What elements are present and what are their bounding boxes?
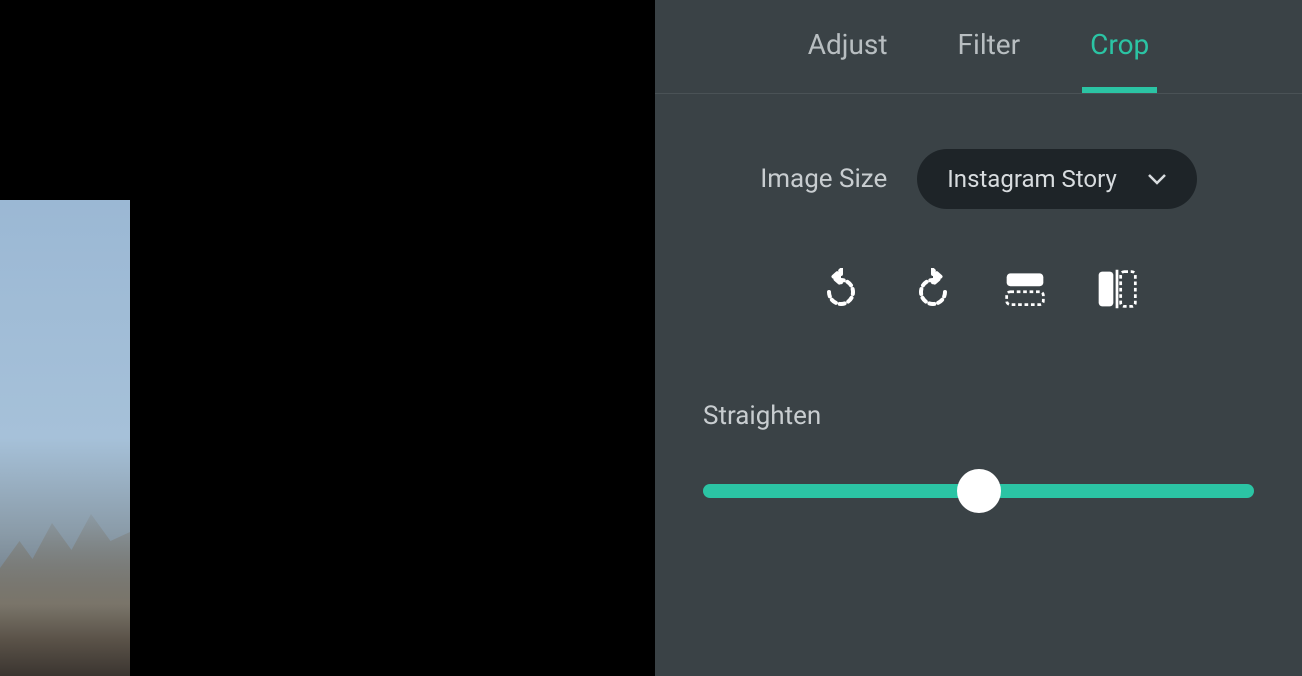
side-panel: Adjust Filter Crop Image Size Instagram …	[655, 0, 1302, 676]
straighten-section: Straighten	[655, 311, 1302, 513]
chevron-down-icon	[1147, 170, 1167, 189]
tabs-row: Adjust Filter Crop	[655, 0, 1302, 94]
image-size-dropdown[interactable]: Instagram Story	[917, 149, 1197, 209]
tab-filter[interactable]: Filter	[958, 28, 1021, 69]
rotate-left-button[interactable]	[819, 267, 863, 311]
straighten-slider[interactable]	[703, 469, 1254, 513]
tab-adjust[interactable]: Adjust	[808, 28, 888, 69]
flip-vertical-icon	[1095, 268, 1139, 310]
rotate-right-button[interactable]	[911, 267, 955, 311]
image-size-label: Image Size	[760, 164, 887, 194]
slider-thumb[interactable]	[957, 469, 1001, 513]
image-size-value: Instagram Story	[947, 165, 1117, 193]
image-size-row: Image Size Instagram Story	[655, 94, 1302, 209]
canvas-area	[0, 0, 655, 676]
flip-vertical-button[interactable]	[1095, 267, 1139, 311]
rotate-right-icon	[912, 268, 954, 310]
rotate-left-icon	[820, 268, 862, 310]
flip-horizontal-icon	[1003, 268, 1047, 310]
tab-crop[interactable]: Crop	[1090, 28, 1149, 69]
transform-icons	[655, 209, 1302, 311]
image-preview[interactable]	[0, 200, 130, 676]
straighten-label: Straighten	[703, 401, 1254, 431]
flip-horizontal-button[interactable]	[1003, 267, 1047, 311]
